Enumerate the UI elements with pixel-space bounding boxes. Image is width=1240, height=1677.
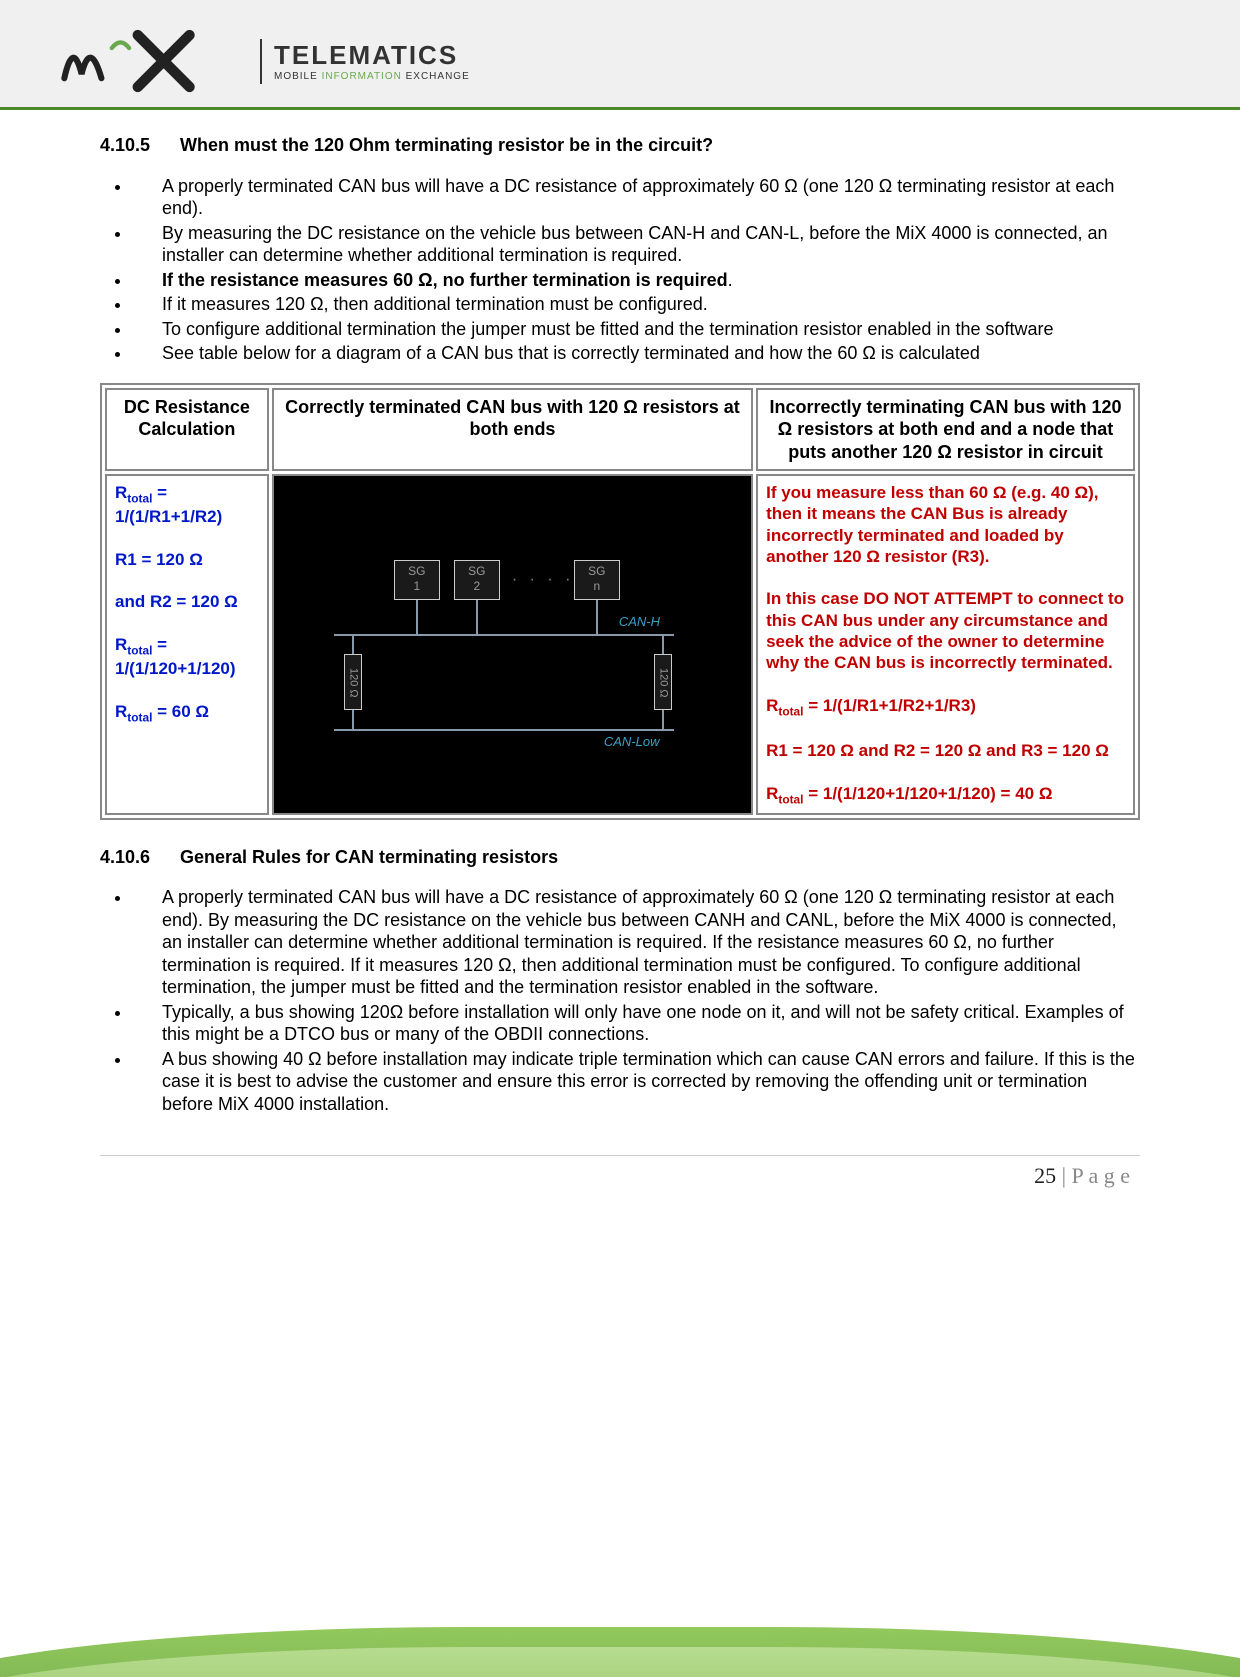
bullet-item: If the resistance measures 60 Ω, no furt… bbox=[132, 269, 1140, 292]
bullet-item: If it measures 120 Ω, then additional te… bbox=[132, 293, 1140, 316]
can-termination-table: DC Resistance Calculation Correctly term… bbox=[100, 383, 1140, 820]
section-4-10-6-bullets: A properly terminated CAN bus will have … bbox=[100, 886, 1140, 1115]
table-header: Correctly terminated CAN bus with 120 Ω … bbox=[272, 388, 753, 472]
resistor-r1: 120 Ω bbox=[344, 654, 362, 710]
incorrect-termination-warning-cell: If you measure less than 60 Ω (e.g. 40 Ω… bbox=[756, 474, 1135, 815]
sg-node-1: SG1 bbox=[394, 560, 440, 600]
sg-node-2: SG2 bbox=[454, 560, 500, 600]
section-title: When must the 120 Ohm terminating resist… bbox=[180, 134, 713, 157]
brand-block: TELEMATICS MOBILE INFORMATION EXCHANGE bbox=[260, 39, 470, 84]
footer-wave-decoration bbox=[0, 1587, 1240, 1677]
section-4-10-6-heading: 4.10.6 General Rules for CAN terminating… bbox=[100, 846, 1140, 869]
table-header: DC Resistance Calculation bbox=[105, 388, 269, 472]
bullet-item: To configure additional termination the … bbox=[132, 318, 1140, 341]
section-number: 4.10.6 bbox=[100, 846, 180, 869]
mix-logo bbox=[60, 26, 250, 96]
header-bar: TELEMATICS MOBILE INFORMATION EXCHANGE bbox=[0, 0, 1240, 110]
can-h-label: CAN-H bbox=[619, 614, 660, 630]
section-4-10-5-bullets: A properly terminated CAN bus will have … bbox=[100, 175, 1140, 365]
bullet-item: See table below for a diagram of a CAN b… bbox=[132, 342, 1140, 365]
brand-title: TELEMATICS bbox=[274, 39, 470, 72]
bullet-item: A properly terminated CAN bus will have … bbox=[132, 886, 1140, 999]
page-number: 25 | P a g e bbox=[0, 1156, 1240, 1190]
resistor-r2: 120 Ω bbox=[654, 654, 672, 710]
can-bus-diagram-cell: SG1 SG2 SGn · · · · 120 Ω 120 Ω bbox=[272, 474, 753, 815]
section-title: General Rules for CAN terminating resist… bbox=[180, 846, 558, 869]
table-header: Incorrectly terminating CAN bus with 120… bbox=[756, 388, 1135, 472]
ellipsis-dots: · · · · bbox=[512, 570, 575, 590]
can-l-label: CAN-Low bbox=[604, 734, 660, 750]
bullet-item: By measuring the DC resistance on the ve… bbox=[132, 222, 1140, 267]
section-4-10-5-heading: 4.10.5 When must the 120 Ohm terminating… bbox=[100, 134, 1140, 157]
can-bus-diagram: SG1 SG2 SGn · · · · 120 Ω 120 Ω bbox=[274, 514, 751, 774]
brand-subtitle: MOBILE INFORMATION EXCHANGE bbox=[274, 71, 470, 84]
bullet-item: Typically, a bus showing 120Ω before ins… bbox=[132, 1001, 1140, 1046]
bullet-item: A properly terminated CAN bus will have … bbox=[132, 175, 1140, 220]
section-number: 4.10.5 bbox=[100, 134, 180, 157]
bullet-item: A bus showing 40 Ω before installation m… bbox=[132, 1048, 1140, 1116]
sg-node-n: SGn bbox=[574, 560, 620, 600]
dc-resistance-calc-cell: Rtotal = 1/(1/R1+1/R2) R1 = 120 Ω and R2… bbox=[105, 474, 269, 815]
